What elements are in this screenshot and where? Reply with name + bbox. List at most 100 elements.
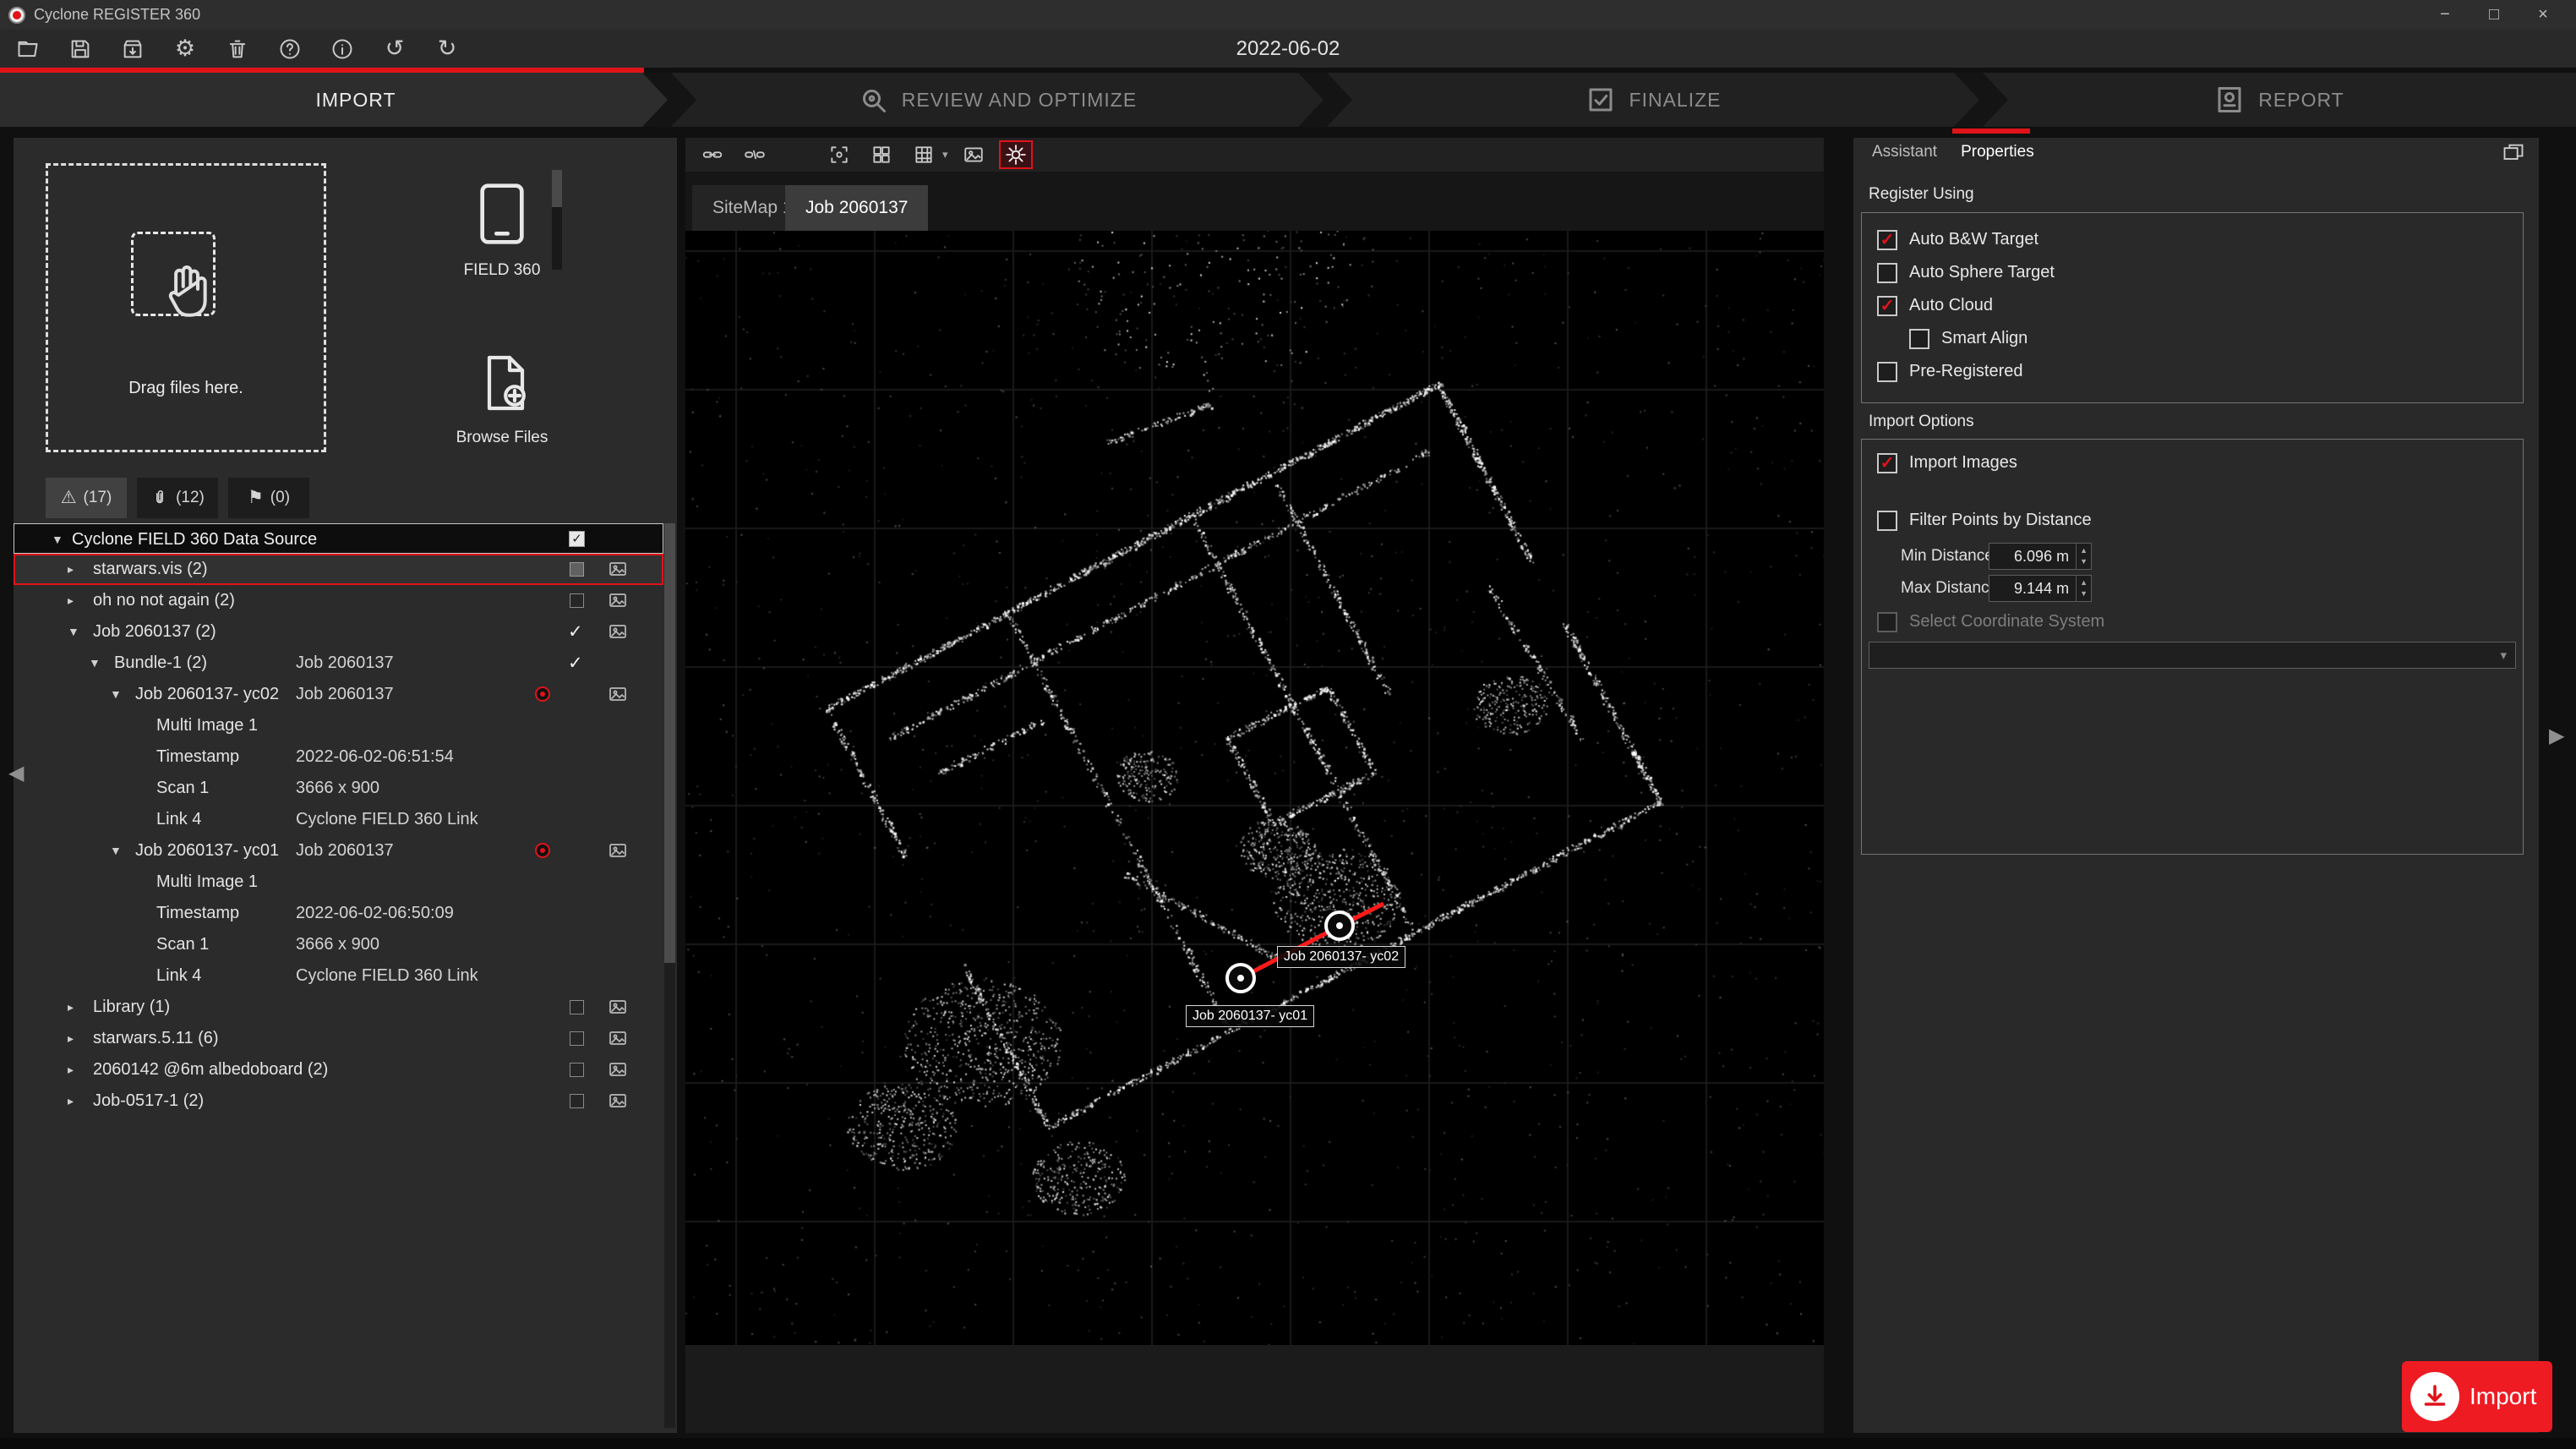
tree-row[interactable]: Multi Image 1: [14, 710, 663, 741]
tree-row[interactable]: ▸ Library (1): [14, 992, 663, 1023]
checkbox-unchecked[interactable]: [570, 1000, 584, 1014]
checkbox-disabled[interactable]: [570, 562, 584, 577]
coordinate-system-dropdown[interactable]: ▾: [1869, 642, 2516, 669]
check-mark-icon[interactable]: ✓: [568, 648, 583, 679]
maximize-button[interactable]: □: [2470, 0, 2519, 30]
checkbox-coordinate-system[interactable]: [1877, 611, 1897, 632]
expand-arrow-icon[interactable]: ▸: [68, 1085, 74, 1117]
checkbox-unchecked[interactable]: [1877, 262, 1897, 283]
image-thumbnail-icon[interactable]: [607, 621, 629, 642]
tree-row[interactable]: ▼ Job 2060137- yc01 Job 2060137: [14, 835, 663, 867]
delete-icon[interactable]: [223, 35, 252, 63]
checkbox-unchecked[interactable]: [1877, 361, 1897, 382]
tree-row[interactable]: ▼ Job 2060137 (2) ✓: [14, 616, 663, 648]
check-mark-icon[interactable]: ✓: [568, 616, 583, 648]
drop-zone[interactable]: Drag files here.: [46, 163, 326, 452]
tree-row[interactable]: ▸ starwars.vis (2): [14, 554, 663, 585]
fit-view-icon[interactable]: [822, 140, 856, 169]
tree-row[interactable]: ▸ Job-0517-1 (2): [14, 1085, 663, 1117]
filter-tab-warning[interactable]: ⚠ (17): [46, 478, 127, 518]
spin-up-icon[interactable]: ▲: [2077, 577, 2091, 588]
max-distance-spinner[interactable]: ▲ ▼: [2076, 576, 2091, 601]
tree-header-row[interactable]: ▼ Cyclone FIELD 360 Data Source ✓: [14, 523, 663, 554]
tree-row[interactable]: Multi Image 1: [14, 867, 663, 898]
tree-row[interactable]: ▸ starwars.5.11 (6): [14, 1023, 663, 1054]
help-icon[interactable]: [276, 35, 304, 63]
filter-points-option[interactable]: Filter Points by Distance: [1862, 504, 2523, 537]
image-thumbnail-icon[interactable]: [607, 1028, 629, 1048]
import-images-option[interactable]: ✓ Import Images: [1862, 446, 2523, 479]
checkbox-import-images[interactable]: ✓: [1877, 452, 1897, 473]
checkbox-unchecked[interactable]: [570, 1094, 584, 1108]
undo-icon[interactable]: ↺: [380, 35, 409, 63]
auto-align-icon[interactable]: [998, 140, 1033, 169]
image-thumbnail-icon[interactable]: [607, 559, 629, 579]
image-thumbnail-icon[interactable]: [607, 997, 629, 1017]
source-scrollbar[interactable]: [552, 170, 562, 270]
workflow-step-report[interactable]: REPORT: [1983, 73, 2576, 127]
checkbox-unchecked[interactable]: [1909, 328, 1929, 349]
filter-tab-attachment[interactable]: (12): [137, 478, 218, 518]
unlink-scans-icon[interactable]: [738, 140, 772, 169]
workflow-step-finalize[interactable]: FINALIZE: [1327, 73, 1979, 127]
minimize-button[interactable]: −: [2420, 0, 2470, 30]
tree-row[interactable]: ▸ oh no not again (2): [14, 585, 663, 616]
link-scans-icon[interactable]: [696, 140, 729, 169]
expand-arrow-icon[interactable]: ▸: [68, 992, 74, 1023]
panel-layout-icon[interactable]: [2500, 141, 2527, 165]
tab-assistant[interactable]: Assistant: [1860, 138, 1949, 167]
register-option[interactable]: Pre-Registered: [1862, 355, 2523, 388]
filter-tab-flag[interactable]: ⚑ (0): [228, 478, 309, 518]
register-option[interactable]: Smart Align: [1862, 322, 2523, 355]
expand-arrow-icon[interactable]: ▸: [68, 1054, 74, 1085]
collapse-arrow-icon[interactable]: ▼: [110, 835, 122, 867]
grid-view-icon[interactable]: [907, 140, 941, 169]
tree-scrollbar[interactable]: [664, 523, 675, 1428]
register-option[interactable]: ✓ Auto Cloud: [1862, 289, 2523, 322]
min-distance-spinner[interactable]: ▲ ▼: [2076, 544, 2091, 569]
scan-marker-yc02[interactable]: [1324, 910, 1355, 941]
expand-arrow-icon[interactable]: ▸: [68, 554, 74, 585]
chevron-down-icon[interactable]: ▾: [942, 148, 948, 161]
scrollbar-thumb[interactable]: [664, 523, 675, 963]
workflow-step-review[interactable]: REVIEW AND OPTIMIZE: [671, 73, 1323, 127]
spin-up-icon[interactable]: ▲: [2077, 545, 2091, 556]
image-thumbnail-icon[interactable]: [607, 1059, 629, 1080]
tree-row[interactable]: Scan 1 3666 x 900: [14, 929, 663, 960]
register-option[interactable]: ✓ Auto B&W Target: [1862, 223, 2523, 256]
scrollbar-thumb[interactable]: [552, 170, 562, 207]
image-thumbnail-icon[interactable]: [607, 684, 629, 704]
min-distance-input[interactable]: 6.096 m ▲ ▼: [1989, 543, 2092, 570]
image-thumbnail-icon[interactable]: [607, 840, 629, 861]
info-icon[interactable]: [328, 35, 357, 63]
spin-down-icon[interactable]: ▼: [2077, 556, 2091, 567]
checkbox-filter-points[interactable]: [1877, 510, 1897, 531]
collapse-arrow-icon[interactable]: ▼: [110, 679, 122, 710]
point-cloud-viewport[interactable]: Job 2060137- yc02 Job 2060137- yc01: [685, 231, 1824, 1345]
workflow-step-import[interactable]: IMPORT: [0, 73, 668, 127]
tree-row[interactable]: Scan 1 3666 x 900: [14, 773, 663, 804]
tab-job[interactable]: Job 2060137: [785, 185, 929, 231]
tree-row[interactable]: Link 4 Cyclone FIELD 360 Link: [14, 960, 663, 992]
save-icon[interactable]: [66, 35, 95, 63]
tree-row[interactable]: Link 4 Cyclone FIELD 360 Link: [14, 804, 663, 835]
tree-row[interactable]: ▼ Job 2060137- yc02 Job 2060137: [14, 679, 663, 710]
collapse-arrow-icon[interactable]: ▼: [52, 524, 63, 555]
collapse-left-panel-arrow[interactable]: ◀: [8, 761, 24, 785]
checkbox-unchecked[interactable]: [570, 593, 584, 608]
tree-row[interactable]: Timestamp 2022-06-02-06:50:09: [14, 898, 663, 929]
expand-arrow-icon[interactable]: ▸: [68, 1023, 74, 1054]
image-view-icon[interactable]: [957, 140, 991, 169]
expand-arrow-icon[interactable]: ▸: [68, 585, 74, 616]
checkbox-checked[interactable]: ✓: [1877, 229, 1897, 250]
collapse-right-panel-arrow[interactable]: ▶: [2549, 724, 2564, 748]
spin-down-icon[interactable]: ▼: [2077, 588, 2091, 599]
max-distance-input[interactable]: 9.144 m ▲ ▼: [1989, 575, 2092, 602]
checkbox-checked[interactable]: ✓: [569, 531, 585, 547]
scan-marker-yc01[interactable]: [1225, 963, 1256, 993]
collapse-arrow-icon[interactable]: ▼: [89, 648, 101, 679]
tree-row[interactable]: Timestamp 2022-06-02-06:51:54: [14, 741, 663, 773]
coordinate-system-option[interactable]: Select Coordinate System: [1862, 605, 2523, 638]
image-thumbnail-icon[interactable]: [607, 590, 629, 610]
checkbox-unchecked[interactable]: [570, 1031, 584, 1046]
